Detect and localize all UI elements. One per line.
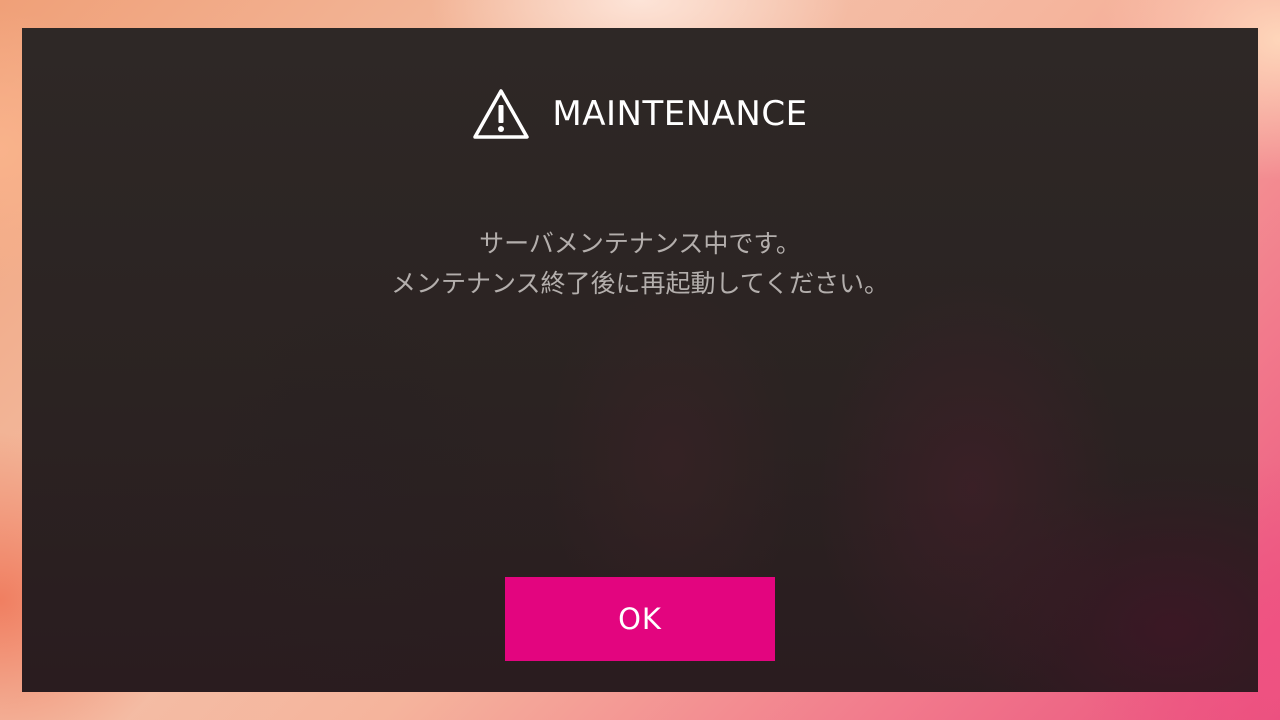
dialog-message: サーバメンテナンス中です。 メンテナンス終了後に再起動してください。 [22, 224, 1258, 304]
dialog-header: MAINTENANCE [22, 86, 1258, 142]
warning-triangle-icon [472, 88, 530, 140]
message-line: サーバメンテナンス中です。 [479, 229, 801, 258]
message-line: メンテナンス終了後に再起動してください。 [390, 269, 889, 298]
ok-button[interactable]: OK [505, 577, 775, 661]
maintenance-dialog: MAINTENANCE サーバメンテナンス中です。 メンテナンス終了後に再起動し… [22, 28, 1258, 692]
dialog-title: MAINTENANCE [552, 94, 808, 134]
